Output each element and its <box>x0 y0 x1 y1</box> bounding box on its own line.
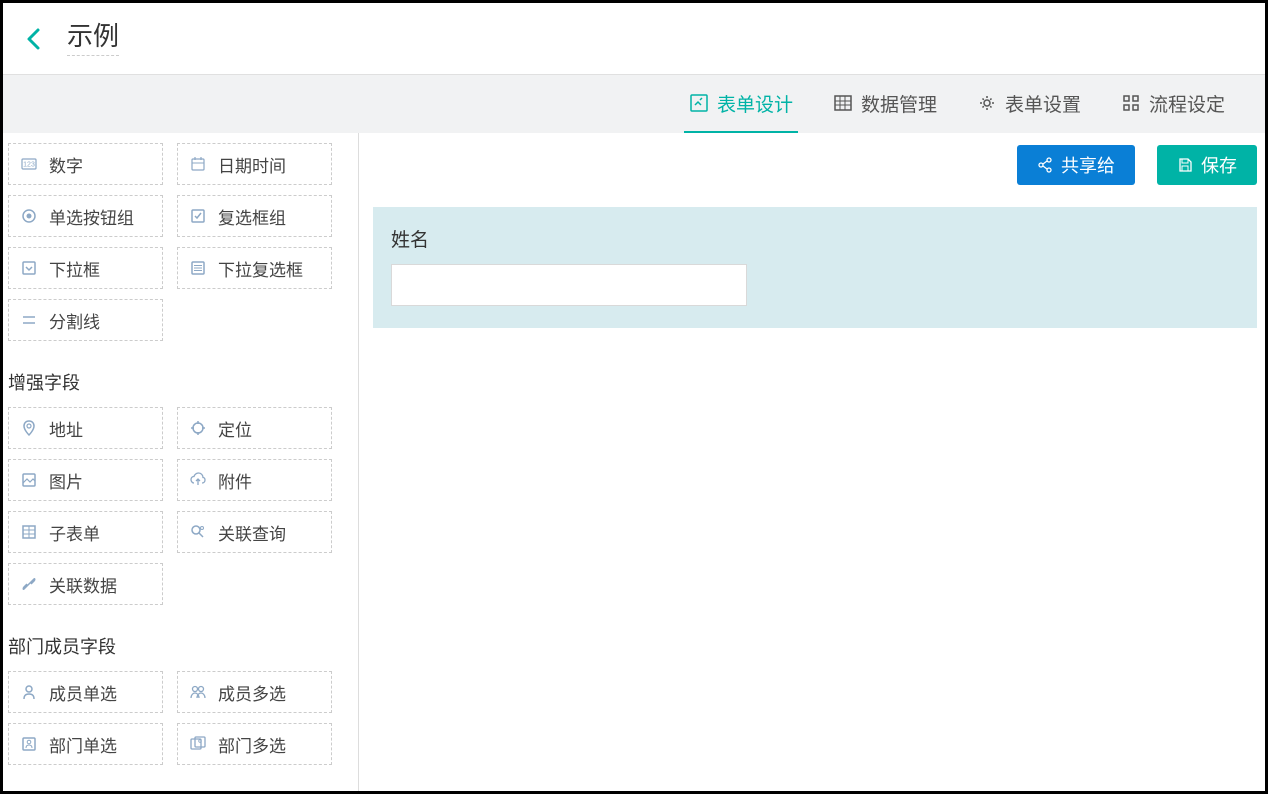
field-label: 地址 <box>49 416 83 441</box>
tab-form-design[interactable]: 表单设计 <box>684 75 798 133</box>
field-radio-group[interactable]: 单选按钮组 <box>8 195 163 237</box>
form-field-input[interactable] <box>391 264 747 306</box>
field-label: 子表单 <box>49 520 100 545</box>
link-search-icon <box>188 522 208 542</box>
field-label: 分割线 <box>49 308 100 333</box>
multi-select-icon <box>188 258 208 278</box>
divider-icon <box>19 310 39 330</box>
back-button[interactable] <box>21 27 45 51</box>
content-area: 123 数字 日期时间 单选按钮组 复选框组 <box>3 133 1265 791</box>
tabs: 表单设计 数据管理 表单设置 流程设定 <box>684 75 1230 133</box>
field-label: 关联查询 <box>218 520 286 545</box>
field-label: 关联数据 <box>49 572 117 597</box>
field-multi-select[interactable]: 下拉复选框 <box>177 247 332 289</box>
field-label: 成员多选 <box>218 680 286 705</box>
header: 示例 <box>3 3 1265 75</box>
field-dept-multi[interactable]: 部门多选 <box>177 723 332 765</box>
tab-label: 数据管理 <box>861 90 937 117</box>
button-label: 保存 <box>1201 152 1237 178</box>
page-title[interactable]: 示例 <box>67 21 119 56</box>
checkbox-icon <box>188 206 208 226</box>
form-field-label: 姓名 <box>391 225 1239 252</box>
field-address[interactable]: 地址 <box>8 407 163 449</box>
dept-multi-icon <box>188 734 208 754</box>
field-datetime[interactable]: 日期时间 <box>177 143 332 185</box>
field-label: 图片 <box>49 468 83 493</box>
upload-icon <box>188 470 208 490</box>
action-bar: 共享给 保存 <box>373 145 1257 185</box>
field-label: 定位 <box>218 416 252 441</box>
radio-icon <box>19 206 39 226</box>
tab-flow-settings[interactable]: 流程设定 <box>1116 75 1230 133</box>
save-button[interactable]: 保存 <box>1157 145 1257 185</box>
field-image[interactable]: 图片 <box>8 459 163 501</box>
field-dept-single[interactable]: 部门单选 <box>8 723 163 765</box>
target-icon <box>188 418 208 438</box>
field-label: 单选按钮组 <box>49 204 134 229</box>
location-pin-icon <box>19 418 39 438</box>
table-icon <box>19 522 39 542</box>
link-icon <box>19 574 39 594</box>
field-label: 复选框组 <box>218 204 286 229</box>
section-member-title: 部门成员字段 <box>8 633 348 659</box>
svg-text:123: 123 <box>23 162 35 169</box>
form-field-name[interactable]: 姓名 <box>373 207 1257 328</box>
flow-icon <box>1121 93 1141 113</box>
number-icon: 123 <box>19 154 39 174</box>
user-icon <box>19 682 39 702</box>
field-related-data[interactable]: 关联数据 <box>8 563 163 605</box>
field-label: 下拉复选框 <box>218 256 303 281</box>
member-fields-grid: 成员单选 成员多选 部门单选 部门多选 <box>8 671 348 765</box>
field-select[interactable]: 下拉框 <box>8 247 163 289</box>
button-label: 共享给 <box>1061 152 1115 178</box>
field-label: 数字 <box>49 152 83 177</box>
save-icon <box>1177 157 1193 173</box>
dropdown-icon <box>19 258 39 278</box>
grid-icon <box>833 93 853 113</box>
chevron-left-icon <box>25 27 41 51</box>
field-label: 日期时间 <box>218 152 286 177</box>
field-member-multi[interactable]: 成员多选 <box>177 671 332 713</box>
tab-data-manage[interactable]: 数据管理 <box>828 75 942 133</box>
field-member-single[interactable]: 成员单选 <box>8 671 163 713</box>
field-subform[interactable]: 子表单 <box>8 511 163 553</box>
share-button[interactable]: 共享给 <box>1017 145 1135 185</box>
field-related-query[interactable]: 关联查询 <box>177 511 332 553</box>
dept-icon <box>19 734 39 754</box>
calendar-icon <box>188 154 208 174</box>
field-location[interactable]: 定位 <box>177 407 332 449</box>
share-icon <box>1037 157 1053 173</box>
tab-label: 表单设置 <box>1005 90 1081 117</box>
canvas-area: 共享给 保存 姓名 <box>359 133 1265 791</box>
field-label: 部门多选 <box>218 732 286 757</box>
tab-form-settings[interactable]: 表单设置 <box>972 75 1086 133</box>
field-label: 成员单选 <box>49 680 117 705</box>
tab-label: 表单设计 <box>717 90 793 117</box>
users-icon <box>188 682 208 702</box>
enhanced-fields-grid: 地址 定位 图片 附件 <box>8 407 348 605</box>
sidebar: 123 数字 日期时间 单选按钮组 复选框组 <box>3 133 359 791</box>
field-attachment[interactable]: 附件 <box>177 459 332 501</box>
section-enhanced-title: 增强字段 <box>8 369 348 395</box>
field-number[interactable]: 123 数字 <box>8 143 163 185</box>
gear-icon <box>977 93 997 113</box>
field-label: 部门单选 <box>49 732 117 757</box>
field-label: 下拉框 <box>49 256 100 281</box>
image-icon <box>19 470 39 490</box>
field-divider[interactable]: 分割线 <box>8 299 163 341</box>
tab-label: 流程设定 <box>1149 90 1225 117</box>
basic-fields-grid: 123 数字 日期时间 单选按钮组 复选框组 <box>8 143 348 341</box>
field-checkbox-group[interactable]: 复选框组 <box>177 195 332 237</box>
field-label: 附件 <box>218 468 252 493</box>
edit-icon <box>689 93 709 113</box>
tab-bar: 表单设计 数据管理 表单设置 流程设定 <box>3 75 1265 133</box>
